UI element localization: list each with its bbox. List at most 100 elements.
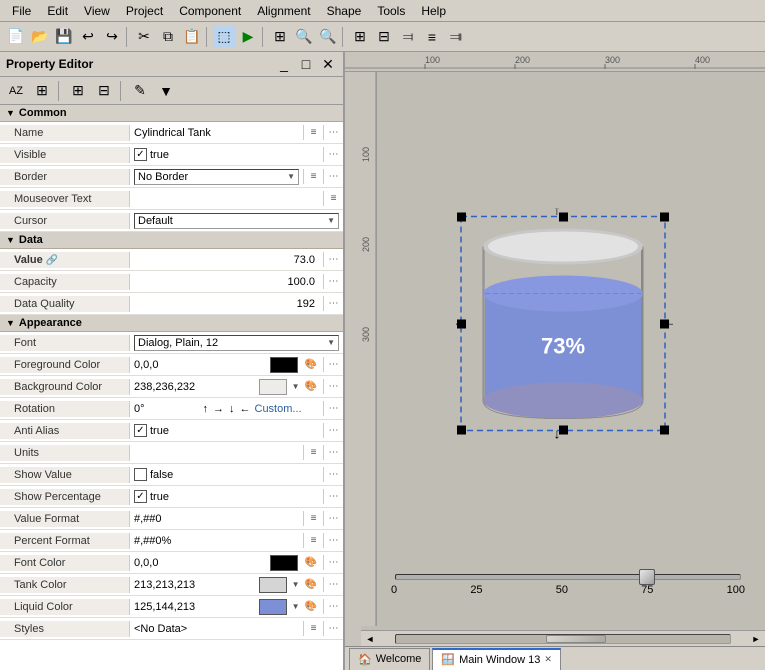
rotate-down-btn[interactable]: ↓ bbox=[228, 403, 236, 415]
menu-tools[interactable]: Tools bbox=[369, 2, 413, 20]
pctformat-extra-btn[interactable]: ⋯ bbox=[323, 533, 343, 548]
prop-value-styles[interactable]: <No Data> bbox=[130, 621, 303, 637]
prop-extra2-btn[interactable]: ▼ bbox=[155, 80, 177, 102]
cut-btn[interactable]: ✂ bbox=[133, 26, 155, 48]
cursor-select[interactable]: Default ▼ bbox=[134, 213, 339, 229]
canvas-content[interactable]: 100 200 300 bbox=[361, 72, 765, 646]
hscrollbar-thumb[interactable] bbox=[546, 635, 606, 643]
hscrollbar-track[interactable] bbox=[395, 634, 731, 644]
section-common[interactable]: ▼ Common bbox=[0, 105, 343, 122]
new-btn[interactable]: 📄 bbox=[5, 26, 27, 48]
tankcolor-extra-btn[interactable]: ⋯ bbox=[323, 577, 343, 592]
align-center-btn[interactable]: ≡ bbox=[421, 26, 443, 48]
prop-value-pctformat[interactable]: #,##0% bbox=[130, 533, 303, 549]
hscroll-left-btn[interactable]: ◄ bbox=[362, 631, 378, 647]
fontcolor-picker-btn[interactable]: 🎨 bbox=[303, 556, 319, 569]
fgcolor-extra-btn[interactable]: ⋯ bbox=[323, 357, 343, 372]
slider-thumb[interactable] bbox=[639, 569, 655, 585]
slider-track[interactable] bbox=[395, 574, 741, 580]
name-extra-btn[interactable]: ⋯ bbox=[323, 125, 343, 140]
tab-welcome[interactable]: 🏠 Welcome bbox=[349, 648, 430, 670]
visible-extra-btn[interactable]: ⋯ bbox=[323, 147, 343, 162]
units-extra-btn[interactable]: ⋯ bbox=[323, 445, 343, 460]
tab-close-btn[interactable]: ✕ bbox=[544, 654, 552, 665]
menu-shape[interactable]: Shape bbox=[319, 2, 370, 20]
expand-btn[interactable]: ⊞ bbox=[67, 80, 89, 102]
menu-file[interactable]: File bbox=[4, 2, 39, 20]
fontcolor-extra-btn[interactable]: ⋯ bbox=[323, 555, 343, 570]
showpct-extra-btn[interactable]: ⋯ bbox=[323, 489, 343, 504]
visible-checkbox[interactable] bbox=[134, 148, 147, 161]
dataquality-extra-btn[interactable]: ⋯ bbox=[323, 296, 343, 311]
showvalue-checkbox[interactable] bbox=[134, 468, 147, 481]
section-data[interactable]: ▼ Data bbox=[0, 232, 343, 249]
rotate-right-btn[interactable]: → bbox=[212, 403, 225, 415]
liquidcolor-swatch[interactable] bbox=[259, 599, 287, 615]
antialias-checkbox[interactable] bbox=[134, 424, 147, 437]
rotate-up-btn[interactable]: ↑ bbox=[202, 403, 210, 415]
prop-close-btn[interactable]: ✕ bbox=[320, 56, 336, 72]
grid-btn[interactable]: ⊞ bbox=[349, 26, 371, 48]
name-edit-btn[interactable]: ≡ bbox=[303, 125, 323, 140]
capacity-extra-btn[interactable]: ⋯ bbox=[323, 274, 343, 289]
font-select[interactable]: Dialog, Plain, 12 ▼ bbox=[134, 335, 339, 351]
prop-value-valueformat[interactable]: #,##0 bbox=[130, 511, 303, 527]
styles-edit-btn[interactable]: ≡ bbox=[303, 621, 323, 636]
redo-btn[interactable]: ↪ bbox=[101, 26, 123, 48]
prop-minimize-btn[interactable]: _ bbox=[276, 56, 292, 72]
bgcolor-picker-btn[interactable]: 🎨 bbox=[303, 380, 319, 393]
border-select[interactable]: No Border ▼ bbox=[134, 169, 299, 185]
prop-value-mouseover[interactable] bbox=[130, 197, 323, 201]
antialias-extra-btn[interactable]: ⋯ bbox=[323, 423, 343, 438]
save-btn[interactable]: 💾 bbox=[53, 26, 75, 48]
menu-edit[interactable]: Edit bbox=[39, 2, 76, 20]
prop-restore-btn[interactable]: □ bbox=[298, 56, 314, 72]
section-appearance[interactable]: ▼ Appearance bbox=[0, 315, 343, 332]
fontcolor-swatch[interactable] bbox=[270, 555, 298, 571]
menu-alignment[interactable]: Alignment bbox=[249, 2, 318, 20]
bgcolor-swatch[interactable] bbox=[259, 379, 287, 395]
units-edit-btn[interactable]: ≡ bbox=[303, 445, 323, 460]
menu-component[interactable]: Component bbox=[171, 2, 249, 20]
liquidcolor-extra-btn[interactable]: ⋯ bbox=[323, 599, 343, 614]
bgcolor-extra-btn[interactable]: ⋯ bbox=[323, 379, 343, 394]
liquidcolor-picker-btn[interactable]: 🎨 bbox=[303, 600, 319, 613]
pctformat-edit-btn[interactable]: ≡ bbox=[303, 533, 323, 548]
undo-btn[interactable]: ↩ bbox=[77, 26, 99, 48]
tankcolor-swatch[interactable] bbox=[259, 577, 287, 593]
valueformat-edit-btn[interactable]: ≡ bbox=[303, 511, 323, 526]
mouseover-edit-btn[interactable]: ≡ bbox=[323, 191, 343, 206]
zoom-fit-btn[interactable]: ⊞ bbox=[269, 26, 291, 48]
menu-project[interactable]: Project bbox=[118, 2, 171, 20]
tab-mainwindow[interactable]: 🪟 Main Window 13 ✕ bbox=[432, 648, 561, 670]
paste-btn[interactable]: 📋 bbox=[181, 26, 203, 48]
fgcolor-swatch[interactable] bbox=[270, 357, 298, 373]
play-btn[interactable]: ▶ bbox=[237, 26, 259, 48]
border-edit-btn[interactable]: ≡ bbox=[303, 169, 323, 184]
custom-rotation-btn[interactable]: Custom... bbox=[255, 403, 320, 415]
border-extra-btn[interactable]: ⋯ bbox=[323, 169, 343, 184]
menu-help[interactable]: Help bbox=[413, 2, 454, 20]
copy-btn[interactable]: ⧉ bbox=[157, 26, 179, 48]
sort-cat-btn[interactable]: ⊞ bbox=[31, 80, 53, 102]
collapse-btn[interactable]: ⊟ bbox=[93, 80, 115, 102]
styles-extra-btn[interactable]: ⋯ bbox=[323, 621, 343, 636]
zoom-in-btn[interactable]: 🔍 bbox=[293, 26, 315, 48]
tankcolor-picker-btn[interactable]: 🎨 bbox=[303, 578, 319, 591]
align-left-btn[interactable]: ⫤ bbox=[397, 26, 419, 48]
snap-btn[interactable]: ⊟ bbox=[373, 26, 395, 48]
align-right-btn[interactable]: ⫥ bbox=[445, 26, 467, 48]
fgcolor-picker-btn[interactable]: 🎨 bbox=[303, 358, 319, 371]
menu-view[interactable]: View bbox=[76, 2, 118, 20]
rotate-left-btn[interactable]: ← bbox=[239, 403, 252, 415]
rotation-extra-btn[interactable]: ⋯ bbox=[323, 401, 343, 416]
open-btn[interactable]: 📂 bbox=[29, 26, 51, 48]
sort-alpha-btn[interactable]: AZ bbox=[5, 80, 27, 102]
showvalue-extra-btn[interactable]: ⋯ bbox=[323, 467, 343, 482]
value-extra-btn[interactable]: ⋯ bbox=[323, 252, 343, 267]
prop-extra-btn[interactable]: ✎ bbox=[129, 80, 151, 102]
zoom-out-btn[interactable]: 🔍 bbox=[317, 26, 339, 48]
showpct-checkbox[interactable] bbox=[134, 490, 147, 503]
select-btn[interactable]: ⬚ bbox=[213, 26, 235, 48]
prop-value-units[interactable] bbox=[130, 451, 303, 455]
